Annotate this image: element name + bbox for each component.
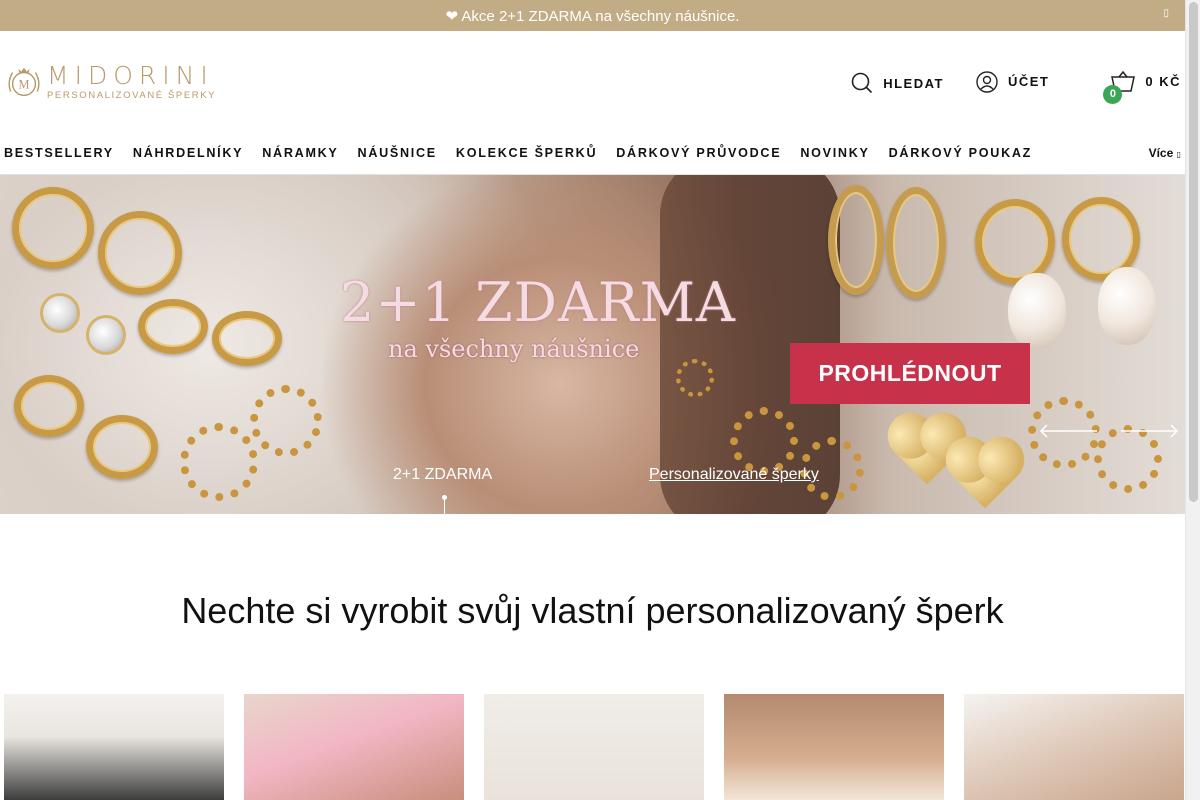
announcement-bar: ❤ Akce 2+1 ZDARMA na všechny náušnice. ▯: [0, 0, 1185, 31]
slide-tab-akce[interactable]: 2+1 ZDARMA: [393, 466, 492, 484]
nav-item-novinky[interactable]: NOVINKY: [800, 146, 869, 160]
pearl-drop-image: [1008, 273, 1066, 349]
account-label: ÚČET: [1007, 74, 1050, 89]
svg-text:M: M: [19, 78, 30, 92]
earring-hoop-image: [14, 375, 84, 437]
arrow-right-icon[interactable]: [1119, 424, 1179, 438]
earring-crystal-hoop-image: [886, 187, 946, 299]
earring-beaded-image: [730, 407, 798, 475]
hero-headline: 2+1 ZDARMA: [340, 271, 736, 334]
hero-subline: na všechny náušnice: [388, 335, 640, 363]
hero-cta-button[interactable]: PROHLÉDNOUT: [790, 343, 1030, 404]
site-header: M MIDORINI PERSONALIZOVANÉ ŠPERKY HLEDAT: [0, 31, 1185, 132]
cart-button[interactable]: 0 0 KČ: [1103, 70, 1181, 104]
earring-hoop-image: [975, 199, 1055, 285]
category-tile-pearl-necklace[interactable]: [724, 694, 944, 800]
slide-indicator: [442, 495, 447, 514]
search-button[interactable]: HLEDAT: [851, 72, 944, 94]
close-icon[interactable]: ▯: [1163, 8, 1169, 19]
logo[interactable]: M MIDORINI PERSONALIZOVANÉ ŠPERKY: [5, 63, 216, 101]
scrollbar-thumb[interactable]: [1189, 2, 1198, 502]
nav-more-button[interactable]: Více ▯: [1149, 146, 1181, 160]
cart-count-badge: 0: [1103, 84, 1123, 104]
pearl-drop-image: [1098, 267, 1156, 345]
nav-item-nahrdelniky[interactable]: NÁHRDELNÍKY: [133, 146, 243, 160]
nav-item-bestsellery[interactable]: BESTSELLERY: [4, 146, 114, 160]
category-tile-necklace-box[interactable]: [4, 694, 224, 800]
slider-arrows: [1019, 424, 1179, 438]
heart-earring-image: [952, 443, 1018, 509]
earring-hoop-image: [86, 415, 158, 479]
announcement-text: ❤ Akce 2+1 ZDARMA na všechny náušnice.: [445, 7, 740, 25]
slide-tab-personalizovane[interactable]: Personalizované šperky: [649, 466, 819, 484]
category-tiles: [4, 694, 1185, 800]
user-icon: [976, 70, 998, 93]
arrow-left-icon[interactable]: [1039, 424, 1099, 438]
category-tile-earrings[interactable]: [964, 694, 1184, 800]
earring-beaded-image: [676, 359, 714, 397]
nav-item-darkovy-pruvodce[interactable]: DÁRKOVÝ PRŮVODCE: [616, 146, 781, 160]
header-actions: HLEDAT ÚČET 0 0 KČ: [851, 69, 1181, 104]
earring-hoop-image: [98, 211, 182, 295]
nav-item-nausnice[interactable]: NÁUŠNICE: [358, 146, 437, 160]
earring-beaded-image: [180, 423, 258, 501]
page: ❤ Akce 2+1 ZDARMA na všechny náušnice. ▯…: [0, 0, 1185, 800]
main-nav: BESTSELLERY NÁHRDELNÍKY NÁRAMKY NÁUŠNICE…: [0, 132, 1185, 175]
section-title: Nechte si vyrobit svůj vlastní personali…: [181, 590, 1004, 631]
earring-crystal-hoop-image: [828, 185, 884, 295]
category-tile-bracelet[interactable]: [484, 694, 704, 800]
hero-banner[interactable]: 2+1 ZDARMA na všechny náušnice PROHLÉDNO…: [0, 175, 1185, 514]
scrollbar[interactable]: [1185, 0, 1200, 800]
cart-total: 0 KČ: [1145, 74, 1181, 89]
crest-icon: M: [8, 67, 40, 97]
earring-stud-image: [86, 315, 126, 355]
search-label: HLEDAT: [883, 75, 944, 91]
nav-item-naramky[interactable]: NÁRAMKY: [262, 146, 338, 160]
nav-item-kolekce-sperku[interactable]: KOLEKCE ŠPERKŮ: [456, 146, 597, 160]
logo-tagline: PERSONALIZOVANÉ ŠPERKY: [47, 89, 217, 101]
earring-stud-image: [40, 293, 80, 333]
logo-brand: MIDORINI: [47, 60, 214, 90]
logo-wordmark: MIDORINI PERSONALIZOVANÉ ŠPERKY: [47, 60, 217, 101]
account-button[interactable]: ÚČET: [976, 70, 1050, 93]
nav-item-darkovy-poukaz[interactable]: DÁRKOVÝ POUKAZ: [889, 146, 1032, 160]
earring-hoop-image: [212, 311, 282, 366]
search-icon: [851, 72, 873, 94]
earring-hoop-image: [12, 187, 94, 269]
earring-beaded-image: [250, 385, 322, 457]
nav-more-label: Více: [1148, 146, 1174, 160]
chevron-down-icon: ▯: [1176, 150, 1181, 159]
earring-hoop-image: [138, 299, 208, 354]
category-tile-mother-baby[interactable]: [244, 694, 464, 800]
